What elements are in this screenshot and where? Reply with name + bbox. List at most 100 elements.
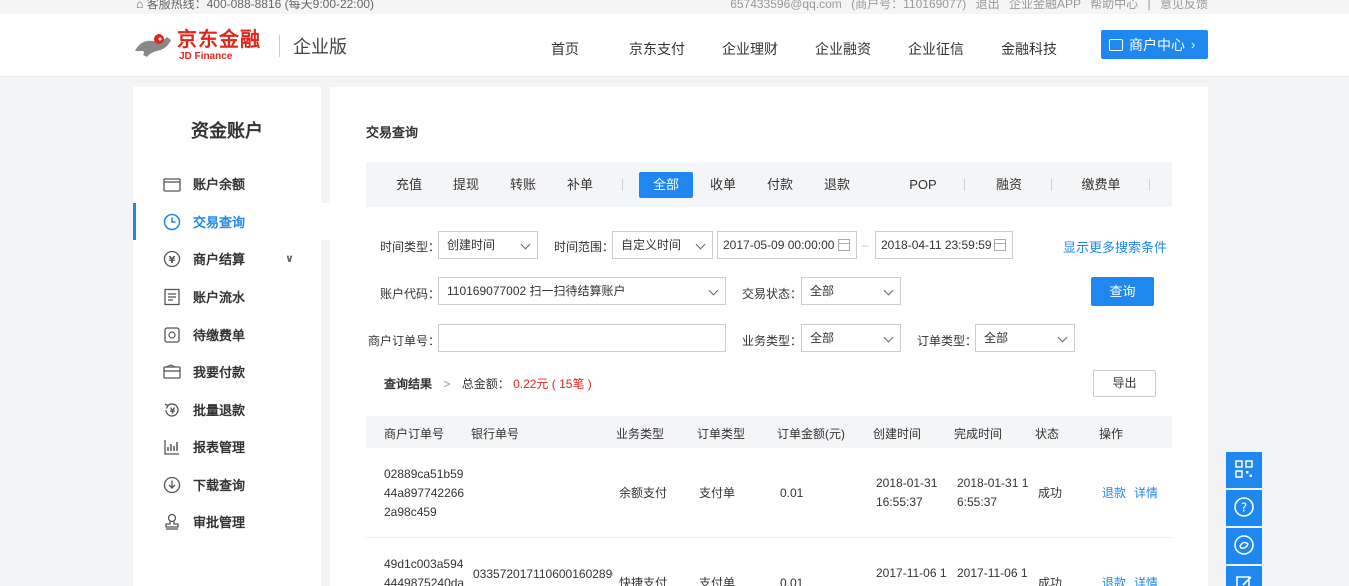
refund-link[interactable]: 退款: [1102, 576, 1126, 586]
stamp-icon: [163, 513, 181, 531]
feedback-edit-button[interactable]: [1226, 566, 1262, 586]
bill-icon: [163, 326, 181, 344]
qrcode-button[interactable]: [1226, 452, 1262, 488]
page-title: 交易查询: [366, 125, 419, 140]
sidebar-title: 资金账户: [191, 121, 263, 141]
sidebar-item-transactions[interactable]: 交易查询: [133, 203, 330, 240]
biz-type: 余额支付: [619, 486, 668, 500]
detail-link[interactable]: 详情: [1134, 576, 1158, 586]
chevron-down-icon: [695, 239, 706, 250]
total-amount: 0.22元 ( 15笔 ): [513, 377, 592, 391]
service-button[interactable]: [1226, 528, 1262, 564]
logout-link[interactable]: 退出: [976, 0, 1000, 11]
sidebar-item-reports[interactable]: 报表管理: [133, 428, 330, 465]
query-button[interactable]: 查询: [1091, 277, 1154, 306]
table-header: 商户订单号 银行单号 业务类型 订单类型 订单金额(元) 创建时间 完成时间 状…: [366, 416, 1172, 448]
col-amount: 订单金额(元): [777, 427, 845, 441]
table-row: 02889ca51b5944a8977422662a98c459 余额支付 支付…: [366, 448, 1172, 538]
refund-link[interactable]: 退款: [1102, 486, 1126, 500]
trade-status-select[interactable]: 全部: [801, 277, 901, 305]
tab-fee-bills[interactable]: 缴费单: [1071, 172, 1131, 198]
help-button[interactable]: ?: [1226, 490, 1262, 526]
tab-transfer[interactable]: 转账: [498, 172, 548, 198]
time-range-select[interactable]: 自定义时间: [612, 231, 713, 259]
help-link[interactable]: 帮助中心: [1090, 0, 1138, 11]
biz-type-select[interactable]: 全部: [801, 324, 901, 352]
calendar-icon[interactable]: [838, 239, 850, 251]
sidebar-item-approval[interactable]: 审批管理: [133, 503, 330, 540]
result-summary: 查询结果 > 总金额： 0.22元 ( 15笔 ): [384, 377, 592, 391]
col-bank-no: 银行单号: [471, 427, 520, 441]
col-actions: 操作: [1099, 427, 1124, 441]
nav-fintech[interactable]: 金融科技: [1001, 39, 1057, 59]
tab-all[interactable]: 全部: [639, 172, 693, 198]
tab-refund[interactable]: 退款: [812, 172, 862, 198]
clock-icon: [163, 213, 181, 231]
order-type: 支付单: [699, 576, 736, 586]
col-biz-type: 业务类型: [616, 427, 665, 441]
calendar-icon[interactable]: [994, 239, 1006, 251]
merchant-center-button[interactable]: 商户中心 ›: [1101, 30, 1208, 59]
tab-pay[interactable]: 付款: [755, 172, 805, 198]
sidebar-item-statement[interactable]: 账户流水: [133, 278, 330, 315]
merchant-order-input[interactable]: [438, 324, 726, 352]
monitor-icon: [1109, 38, 1123, 51]
table-row: 49d1c003a5944449875240dad3 0335720171106…: [366, 538, 1172, 586]
nav-financing[interactable]: 企业融资: [815, 39, 871, 59]
tab-acquiring[interactable]: 收单: [698, 172, 748, 198]
sidebar-item-downloads[interactable]: 下载查询: [133, 466, 330, 503]
range-separator: –: [862, 238, 869, 252]
tab-withdraw[interactable]: 提现: [441, 172, 491, 198]
tab-financing[interactable]: 融资: [984, 172, 1034, 198]
export-button[interactable]: 导出: [1093, 370, 1156, 397]
chart-icon: [163, 438, 181, 456]
detail-link[interactable]: 详情: [1134, 486, 1158, 500]
tab-supplement[interactable]: 补单: [555, 172, 605, 198]
biz-type: 快捷支付: [619, 576, 668, 586]
sidebar-item-batch-refund[interactable]: ¥ 批量退款: [133, 391, 330, 428]
brand-name-en: JD Finance: [179, 51, 233, 62]
biz-type-label: 业务类型：: [742, 334, 803, 348]
nav-jd-pay[interactable]: 京东支付: [629, 39, 685, 59]
app-link[interactable]: 企业金融APP: [1009, 0, 1081, 11]
service-icon: [1233, 534, 1255, 559]
jd-dog-logo-icon: [133, 31, 173, 61]
chevron-down-icon[interactable]: ∨: [285, 252, 294, 265]
result-label: 查询结果: [384, 377, 433, 391]
help-icon: ?: [1233, 496, 1255, 521]
tab-recharge[interactable]: 充值: [384, 172, 434, 198]
sidebar-item-balance[interactable]: 账户余额: [133, 165, 330, 202]
status: 成功: [1038, 486, 1063, 500]
feedback-link[interactable]: 意见反馈: [1160, 0, 1208, 11]
edit-icon: [1234, 573, 1254, 586]
end-time-input[interactable]: 2018-04-11 23:59:59: [875, 231, 1013, 259]
more-conditions-link[interactable]: 显示更多搜索条件: [1063, 237, 1167, 256]
qrcode-icon: [1234, 459, 1254, 482]
statement-icon: [163, 288, 181, 306]
merchant-order-no: 02889ca51b5944a8977422662a98c459: [384, 467, 465, 519]
col-merchant-order: 商户订单号: [384, 427, 445, 441]
logo[interactable]: 京东金融 JD Finance 企业版: [133, 28, 347, 64]
account-email: 657433596@qq.com: [730, 0, 842, 11]
tab-pop[interactable]: POP: [898, 172, 948, 198]
start-time-input[interactable]: 2017-05-09 00:00:00: [717, 231, 857, 259]
nav-home[interactable]: 首页: [551, 39, 579, 59]
merchant-no: (商户号：110169077): [851, 0, 967, 11]
finished-time: 2017-11-06 1: [957, 566, 1028, 580]
sidebar-item-pending-bills[interactable]: 待缴费单: [133, 316, 330, 353]
col-created: 创建时间: [873, 427, 922, 441]
col-status: 状态: [1035, 427, 1060, 441]
top-info-bar: ⌂ 客服热线：400-088-8816 (每天9:00-22:00) 65743…: [0, 0, 1349, 14]
account-code-select[interactable]: 110169077002 扫一扫待结算账户: [438, 277, 726, 305]
created-time: 2017-11-06 1: [876, 566, 947, 580]
transaction-tabs: 充值 提现 转账 补单 全部 收单 付款 退款 POP 融资 缴费单: [366, 162, 1172, 207]
total-label: 总金额：: [461, 377, 510, 391]
order-type-select[interactable]: 全部: [975, 324, 1075, 352]
sidebar-item-settlement[interactable]: ¥ 商户结算 ∨: [133, 240, 330, 277]
account-links: 657433596@qq.com (商户号：110169077) 退出 企业金融…: [724, 0, 1208, 12]
nav-credit[interactable]: 企业征信: [908, 39, 964, 59]
time-type-select[interactable]: 创建时间: [438, 231, 538, 259]
merchant-order-no: 49d1c003a5944449875240dad3: [384, 557, 465, 586]
nav-finance[interactable]: 企业理财: [722, 39, 778, 59]
sidebar-item-payment[interactable]: 我要付款: [133, 353, 330, 390]
